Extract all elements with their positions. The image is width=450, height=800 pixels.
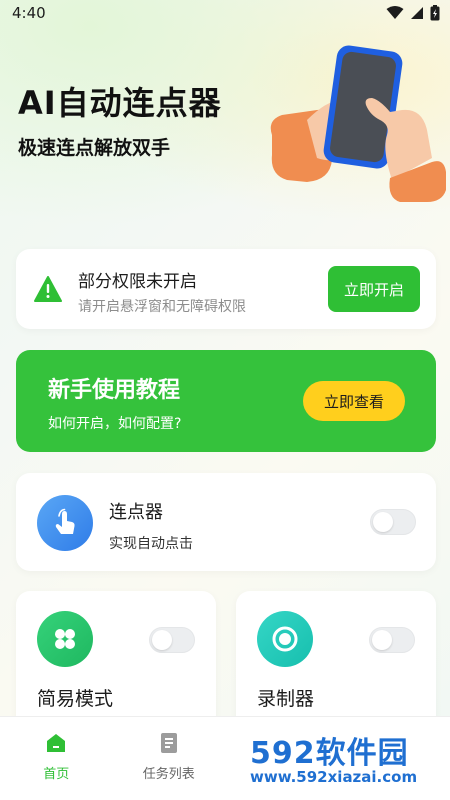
- battery-icon: [430, 5, 440, 21]
- status-icons: [386, 5, 440, 21]
- tutorial-subtitle: 如何开启，如何配置?: [48, 416, 182, 432]
- status-time: 4:40: [12, 4, 46, 22]
- recorder-toggle[interactable]: [369, 627, 415, 653]
- home-icon: [47, 734, 66, 752]
- tutorial-card[interactable]: 新手使用教程 如何开启，如何配置? 立即查看: [16, 350, 436, 452]
- bottom-nav: 首页 任务列表: [0, 716, 450, 800]
- permission-subtitle: 请开启悬浮窗和无障碍权限: [78, 299, 246, 315]
- nav-label-home: 首页: [43, 767, 70, 782]
- clicker-subtitle: 实现自动点击: [109, 536, 193, 552]
- task-list-icon: [160, 733, 177, 753]
- signal-icon: [411, 7, 423, 19]
- warning-icon: [34, 276, 62, 302]
- tap-hand-icon: [37, 495, 93, 551]
- simple-mode-toggle[interactable]: [149, 627, 195, 653]
- clicker-title: 连点器: [109, 502, 163, 523]
- permission-title: 部分权限未开启: [78, 272, 197, 292]
- view-now-button[interactable]: 立即查看: [303, 381, 405, 421]
- hand-phone-illustration: [270, 45, 446, 202]
- clicker-toggle[interactable]: [370, 509, 416, 535]
- tutorial-title: 新手使用教程: [48, 378, 181, 403]
- grid-icon: [37, 611, 93, 667]
- clicker-card[interactable]: 连点器 实现自动点击: [16, 473, 436, 571]
- nav-label-task-list: 任务列表: [142, 767, 195, 782]
- permission-card: 部分权限未开启 请开启悬浮窗和无障碍权限 立即开启: [16, 249, 436, 329]
- nav-item-home[interactable]: 首页: [0, 731, 112, 782]
- wifi-icon: [386, 6, 404, 19]
- app-subtitle: 极速连点解放双手: [18, 137, 171, 159]
- app-title: AI自动连点器: [18, 84, 222, 122]
- nav-item-task-list[interactable]: 任务列表: [113, 731, 225, 782]
- enable-now-button[interactable]: 立即开启: [328, 266, 420, 312]
- recorder-title: 录制器: [257, 688, 315, 710]
- status-bar: 4:40: [0, 0, 450, 26]
- record-icon: [257, 611, 313, 667]
- simple-mode-title: 简易模式: [37, 688, 114, 710]
